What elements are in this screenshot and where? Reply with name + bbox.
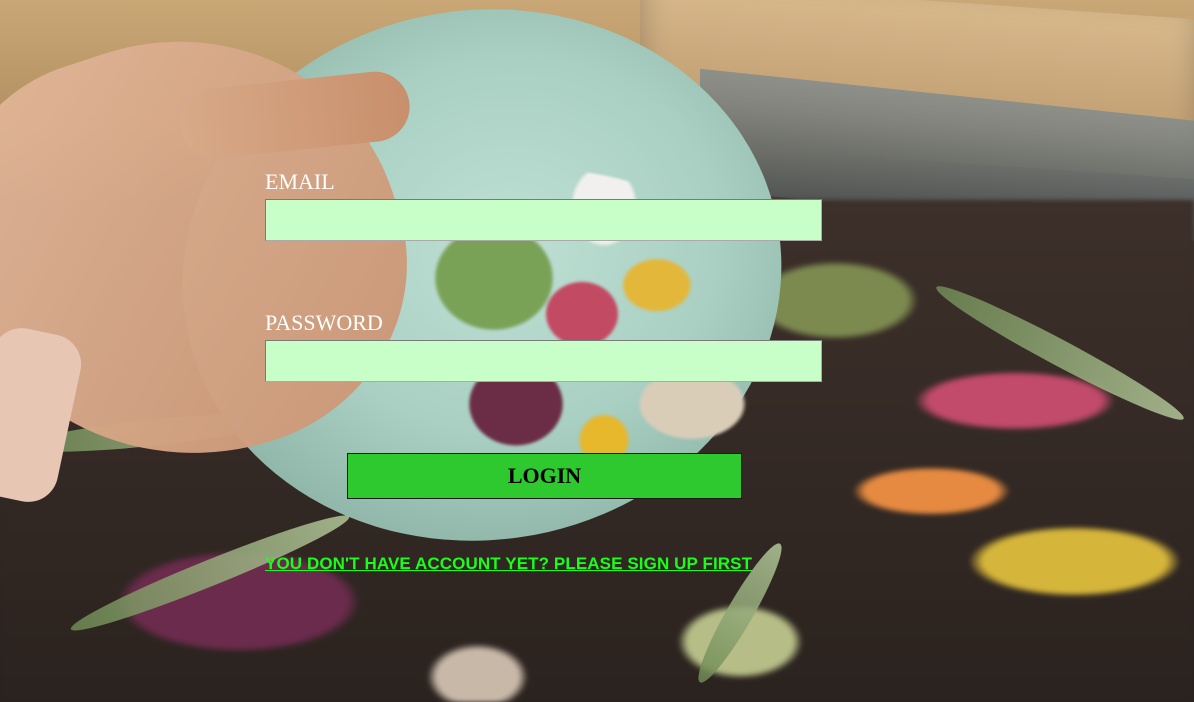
password-label: PASSWORD (265, 310, 383, 335)
signup-link[interactable]: YOU DON'T HAVE ACCOUNT YET? PLEASE SIGN … (265, 554, 752, 574)
email-label: EMAIL (265, 169, 335, 194)
email-field[interactable] (265, 199, 822, 241)
password-field[interactable] (265, 340, 822, 382)
login-form: EMAIL PASSWORD LOGIN YOU DON'T HAVE ACCO… (265, 168, 823, 573)
login-button[interactable]: LOGIN (347, 453, 742, 499)
